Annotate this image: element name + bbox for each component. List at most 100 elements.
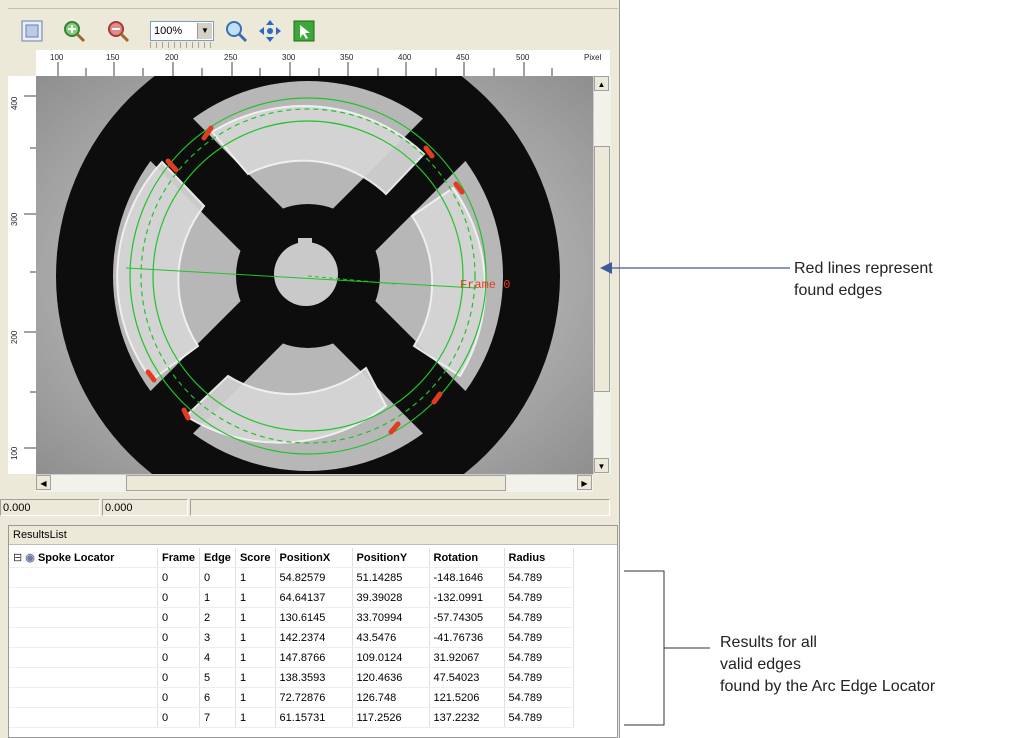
table-cell: 43.5476: [352, 627, 430, 648]
frame-label: Frame 0: [460, 278, 510, 292]
table-cell: 1: [235, 587, 276, 608]
column-header: PositionX: [275, 548, 353, 568]
column-header: Frame: [157, 548, 201, 568]
zoom-value: 100%: [154, 25, 183, 37]
column-header: PositionY: [352, 548, 430, 568]
table-cell: 1: [235, 667, 276, 688]
table-cell: 1: [235, 687, 276, 708]
scroll-up-icon[interactable]: ▲: [594, 76, 609, 91]
table-cell: 3: [199, 627, 236, 648]
table-cell: 54.789: [504, 567, 574, 588]
table-cell: 1: [235, 707, 276, 728]
table-header-row: ⊟ ◉ Spoke Locator Frame Edge Score Posit…: [9, 548, 574, 568]
tool-cell: [9, 687, 158, 708]
table-cell: 0: [157, 587, 201, 608]
horizontal-scrollbar[interactable]: ◀ ▶: [36, 474, 593, 492]
tool-cell: [9, 567, 158, 588]
vertical-ruler: 400 300 200 100: [8, 76, 37, 474]
fit-icon[interactable]: [20, 19, 44, 43]
table-cell: 54.789: [504, 707, 574, 728]
horizontal-ruler: 100 150 200 250 300 350 400 450 500 Pixe…: [36, 50, 610, 77]
table-cell: 130.6145: [275, 607, 353, 628]
tool-name: Spoke Locator: [37, 552, 115, 564]
annotation-line: Results for all: [720, 634, 817, 651]
annotation-line: valid edges: [720, 656, 801, 673]
table-cell: 0: [157, 667, 201, 688]
zoom-select[interactable]: 100% ▼: [150, 21, 214, 41]
coord-y: 0.000: [102, 499, 188, 516]
tool-cell[interactable]: ⊟ ◉ Spoke Locator: [9, 548, 158, 568]
ruler-label: 350: [340, 53, 354, 62]
zoom-out-icon[interactable]: [106, 19, 130, 43]
table-row[interactable]: 0 5 1 138.3593 120.4636 47.54023 54.789: [9, 667, 574, 688]
table-cell: 120.4636: [352, 667, 430, 688]
table-cell: 1: [235, 627, 276, 648]
locator-icon: ◉: [25, 552, 35, 564]
scroll-left-icon[interactable]: ◀: [36, 475, 51, 490]
table-row[interactable]: 0 1 1 64.64137 39.39028 -132.0991 54.789: [9, 587, 574, 608]
table-cell: 54.789: [504, 587, 574, 608]
table-cell: 31.92067: [429, 647, 505, 668]
table-cell: 1: [235, 647, 276, 668]
column-header: Score: [235, 548, 276, 568]
coord-x: 0.000: [0, 499, 100, 516]
results-table: ⊟ ◉ Spoke Locator Frame Edge Score Posit…: [9, 548, 574, 728]
scroll-right-icon[interactable]: ▶: [577, 475, 592, 490]
tool-cell: [9, 627, 158, 648]
display-toolbar: 100% ▼: [8, 8, 618, 49]
table-cell: 5: [199, 667, 236, 688]
table-cell: 0: [199, 567, 236, 588]
table-cell: 0: [157, 627, 201, 648]
magnify-icon[interactable]: [224, 19, 248, 43]
scroll-thumb[interactable]: [126, 475, 506, 491]
coord-extra: [190, 499, 610, 516]
table-cell: 54.82579: [275, 567, 353, 588]
table-cell: 54.789: [504, 687, 574, 708]
scroll-thumb[interactable]: [594, 146, 610, 392]
table-row[interactable]: 0 7 1 61.15731 117.2526 137.2232 54.789: [9, 707, 574, 728]
table-cell: 2: [199, 607, 236, 628]
zoom-in-icon[interactable]: [62, 19, 86, 43]
pan-icon[interactable]: [258, 19, 282, 43]
ruler-label: 300: [282, 53, 296, 62]
column-header: Edge: [199, 548, 236, 568]
ruler-label: 500: [516, 53, 530, 62]
chevron-down-icon[interactable]: ▼: [197, 23, 212, 39]
table-cell: 0: [157, 567, 201, 588]
image-viewport[interactable]: Frame 0: [36, 76, 593, 474]
table-row[interactable]: 0 0 1 54.82579 51.14285 -148.1646 54.789: [9, 567, 574, 588]
table-cell: 126.748: [352, 687, 430, 708]
select-icon[interactable]: [292, 19, 316, 43]
table-cell: 6: [199, 687, 236, 708]
vertical-scrollbar[interactable]: ▲ ▼: [593, 76, 611, 474]
table-cell: 138.3593: [275, 667, 353, 688]
annotation-line: Red lines represent: [794, 260, 933, 277]
table-cell: 54.789: [504, 627, 574, 648]
ruler-ticks: [24, 95, 36, 449]
column-header: Radius: [504, 548, 574, 568]
ruler-label: 400: [398, 53, 412, 62]
ruler-label: 200: [165, 53, 179, 62]
tool-cell: [9, 707, 158, 728]
table-cell: 54.789: [504, 647, 574, 668]
tool-cell: [9, 667, 158, 688]
table-cell: 137.2232: [429, 707, 505, 728]
table-row[interactable]: 0 3 1 142.2374 43.5476 -41.76736 54.789: [9, 627, 574, 648]
zoom-scale: [150, 42, 214, 48]
table-cell: 51.14285: [352, 567, 430, 588]
results-list[interactable]: ResultsList ⊟ ◉ Spoke Locator Frame Edge…: [8, 525, 618, 738]
table-cell: 147.8766: [275, 647, 353, 668]
table-cell: -132.0991: [429, 587, 505, 608]
ruler-label: 400: [10, 96, 19, 110]
table-cell: 142.2374: [275, 627, 353, 648]
tool-cell: [9, 607, 158, 628]
scroll-down-icon[interactable]: ▼: [594, 458, 609, 473]
column-header: Rotation: [429, 548, 505, 568]
table-row[interactable]: 0 6 1 72.72876 126.748 121.5206 54.789: [9, 687, 574, 708]
ruler-label: 150: [106, 53, 120, 62]
ruler-label: 100: [50, 53, 64, 62]
collapse-icon[interactable]: ⊟: [13, 552, 22, 564]
table-row[interactable]: 0 4 1 147.8766 109.0124 31.92067 54.789: [9, 647, 574, 668]
table-row[interactable]: 0 2 1 130.6145 33.70994 -57.74305 54.789: [9, 607, 574, 628]
ruler-label: 200: [10, 330, 19, 344]
